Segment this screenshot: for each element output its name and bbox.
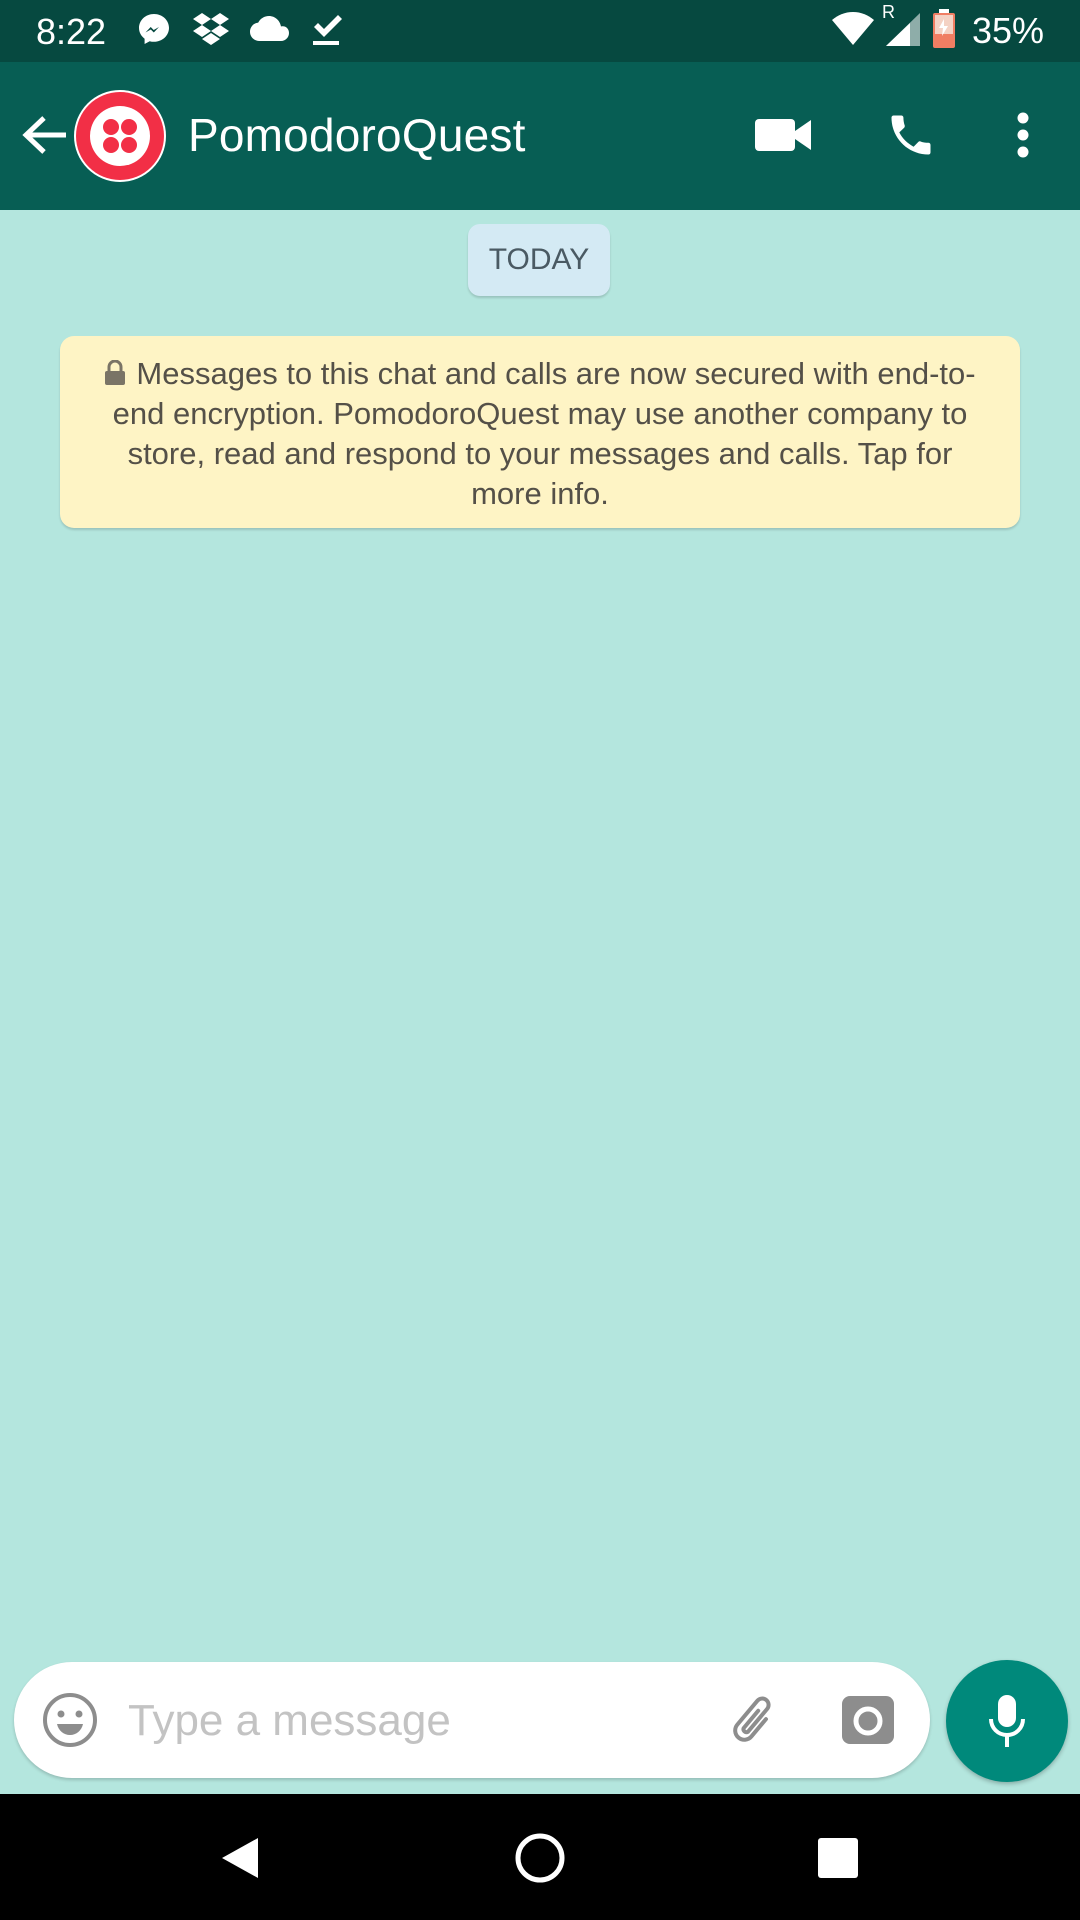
navigation-bar bbox=[0, 1794, 1080, 1920]
nav-back-icon bbox=[222, 1838, 258, 1878]
battery-percent: 35% bbox=[971, 10, 1044, 51]
emoji-icon bbox=[43, 1693, 97, 1747]
twilio-logo-icon bbox=[76, 92, 164, 180]
more-options-button[interactable] bbox=[990, 102, 1056, 168]
dropbox-icon bbox=[192, 11, 230, 52]
mic-icon bbox=[989, 1695, 1025, 1747]
status-time: 8:22 bbox=[36, 11, 107, 52]
notification-icons bbox=[136, 10, 342, 52]
chat-header: PomodoroQuest bbox=[0, 62, 1080, 210]
cell-signal-icon: R bbox=[882, 3, 922, 52]
avatar[interactable] bbox=[74, 90, 166, 182]
status-bar: 8:22 R 35% bbox=[0, 0, 1080, 62]
camera-button[interactable] bbox=[840, 1692, 896, 1748]
message-input[interactable] bbox=[126, 1684, 690, 1758]
voice-message-button[interactable] bbox=[946, 1660, 1068, 1782]
download-done-icon bbox=[310, 12, 342, 51]
network-badge: R bbox=[881, 1, 895, 22]
paperclip-icon bbox=[733, 1696, 771, 1742]
wifi-icon bbox=[831, 11, 874, 51]
video-call-button[interactable] bbox=[750, 102, 816, 168]
cloud-icon bbox=[250, 14, 290, 49]
lock-icon bbox=[105, 360, 126, 385]
voice-call-icon bbox=[891, 115, 931, 155]
voice-call-button[interactable] bbox=[878, 102, 944, 168]
nav-recents-icon bbox=[818, 1838, 858, 1878]
camera-icon bbox=[842, 1696, 894, 1744]
system-icons: R 35% bbox=[831, 3, 1044, 54]
encryption-notice[interactable]: Messages to this chat and calls are now … bbox=[60, 336, 1020, 528]
nav-home-icon bbox=[515, 1833, 565, 1883]
chat-area[interactable]: TODAY Messages to this chat and calls ar… bbox=[0, 210, 1080, 1660]
chat-title[interactable]: PomodoroQuest bbox=[188, 108, 526, 162]
nav-back-button[interactable] bbox=[210, 1828, 270, 1888]
nav-home-button[interactable] bbox=[510, 1828, 570, 1888]
arrow-back-icon bbox=[22, 116, 66, 154]
emoji-button[interactable] bbox=[42, 1692, 98, 1748]
encryption-notice-text: Messages to this chat and calls are now … bbox=[112, 356, 976, 511]
message-composer bbox=[14, 1662, 930, 1778]
nav-recents-button[interactable] bbox=[808, 1828, 868, 1888]
more-options-icon bbox=[1017, 112, 1029, 158]
date-chip: TODAY bbox=[468, 224, 610, 296]
battery-icon bbox=[932, 8, 956, 54]
video-call-icon bbox=[755, 119, 811, 151]
messenger-icon bbox=[136, 11, 172, 52]
attach-button[interactable] bbox=[726, 1690, 786, 1750]
back-button[interactable] bbox=[16, 106, 74, 164]
